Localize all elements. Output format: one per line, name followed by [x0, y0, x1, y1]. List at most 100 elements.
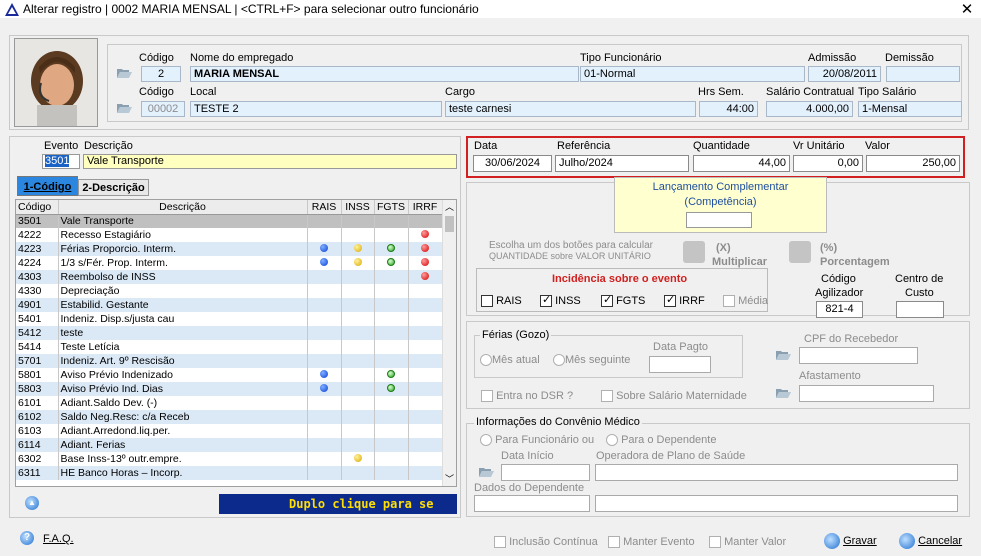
inclusao-continua-checkbox[interactable]: Inclusão Contínua	[494, 536, 598, 549]
row-rais-cell	[307, 298, 342, 312]
salario-maternidade-checkbox[interactable]: Sobre Salário Maternidade	[601, 390, 747, 403]
multiplicar-symbol[interactable]: (X)	[716, 242, 731, 254]
col-descricao[interactable]: Descrição	[58, 200, 308, 215]
table-row[interactable]: 6103 Adiant.Arredond.liq.per.	[16, 424, 443, 438]
dependente-field-1[interactable]	[474, 495, 590, 512]
data-inicio-field[interactable]	[501, 464, 590, 481]
open-folder-icon[interactable]	[117, 67, 132, 79]
tipo-salario-field[interactable]: 1-Mensal	[858, 101, 962, 117]
data-field[interactable]: 30/06/2024	[473, 155, 552, 172]
col-irrf[interactable]: IRRF	[408, 200, 443, 215]
close-button[interactable]: ✕	[958, 0, 976, 18]
irrf-status-dot-icon	[421, 230, 429, 238]
demissao-field[interactable]	[886, 66, 960, 82]
para-funcionario-radio[interactable]: Para Funcionário ou	[480, 434, 594, 447]
open-folder-icon[interactable]	[776, 387, 791, 399]
grid-scrollbar[interactable]: ︿ ﹀	[442, 200, 456, 486]
scroll-thumb[interactable]	[445, 216, 454, 232]
table-row[interactable]: 4330 Depreciação	[16, 284, 443, 298]
events-grid[interactable]: Código Descrição RAIS INSS FGTS IRRF 350…	[15, 199, 457, 487]
row-rais-cell	[307, 382, 342, 396]
open-folder-icon[interactable]	[776, 349, 791, 361]
calculator-multiply-icon[interactable]	[683, 241, 705, 263]
data-pagto-field[interactable]	[649, 356, 711, 373]
fgts-checkbox[interactable]: FGTS	[601, 293, 645, 308]
operadora-field[interactable]	[595, 464, 958, 481]
dependente-field-2[interactable]	[595, 495, 958, 512]
media-checkbox[interactable]: Média	[723, 295, 768, 308]
calculator-percent-icon[interactable]	[789, 241, 811, 263]
table-row[interactable]: 4224 1/3 s/Fér. Prop. Interm.	[16, 256, 443, 270]
multiplicar-button[interactable]: Multiplicar	[712, 256, 767, 268]
cpf-field[interactable]	[799, 347, 918, 364]
faq-link[interactable]: F.A.Q.	[43, 533, 74, 545]
mes-seguinte-radio[interactable]: Mês seguinte	[553, 354, 630, 367]
row-fgts-cell	[374, 438, 409, 452]
tab-codigo[interactable]: 1-Código	[17, 176, 78, 196]
table-row[interactable]: 3501 Vale Transporte	[16, 214, 443, 228]
col-fgts[interactable]: FGTS	[374, 200, 409, 215]
table-row[interactable]: 5701 Indeniz. Art. 9º Rescisão	[16, 354, 443, 368]
salario-field[interactable]: 4.000,00	[766, 101, 853, 117]
table-row[interactable]: 6114 Adiant. Ferias	[16, 438, 443, 452]
afastamento-field[interactable]	[799, 385, 934, 402]
table-row[interactable]: 4222 Recesso Estagiário	[16, 228, 443, 242]
table-row[interactable]: 4901 Estabilid. Gestante	[16, 298, 443, 312]
porcentagem-button[interactable]: Porcentagem	[820, 256, 890, 268]
valor-field[interactable]: 250,00	[866, 155, 960, 172]
nome-field[interactable]: MARIA MENSAL	[190, 66, 579, 82]
referencia-field[interactable]: Julho/2024	[555, 155, 689, 172]
porcentagem-symbol[interactable]: (%)	[820, 242, 837, 254]
mes-atual-radio[interactable]: Mês atual	[480, 354, 540, 367]
cancelar-button[interactable]: Cancelar	[899, 533, 962, 549]
col-rais[interactable]: RAIS	[307, 200, 342, 215]
open-folder-icon[interactable]	[117, 102, 132, 114]
help-icon[interactable]: ?	[20, 531, 34, 545]
inss-checkbox[interactable]: INSS	[540, 293, 581, 308]
evento-descricao-field[interactable]: Vale Transporte	[83, 154, 457, 169]
manter-evento-checkbox[interactable]: Manter Evento	[608, 536, 695, 549]
local-field[interactable]: TESTE 2	[190, 101, 442, 117]
local-codigo-field[interactable]: 00002	[141, 101, 185, 117]
irrf-checkbox[interactable]: IRRF	[664, 293, 705, 308]
table-row[interactable]: 5803 Aviso Prévio Ind. Dias	[16, 382, 443, 396]
rais-checkbox[interactable]: RAIS	[481, 295, 522, 308]
table-row[interactable]: 6102 Saldo Neg.Resc: c/a Receb	[16, 410, 443, 424]
quantidade-field[interactable]: 44,00	[693, 155, 790, 172]
table-row[interactable]: 5401 Indeniz. Disp.s/justa cau	[16, 312, 443, 326]
scroll-down-icon[interactable]: ﹀	[443, 472, 456, 486]
table-row[interactable]: 6311 HE Banco Horas – Incorp.	[16, 466, 443, 480]
centro-custo-field[interactable]	[896, 301, 944, 318]
codigo-field[interactable]: 2	[141, 66, 181, 82]
complementar-title: Lançamento Complementar	[652, 181, 789, 193]
table-row[interactable]: 4303 Reembolso de INSS	[16, 270, 443, 284]
tab-descricao[interactable]: 2-Descrição	[78, 179, 149, 196]
admissao-field[interactable]: 20/08/2011	[808, 66, 881, 82]
para-dependente-radio[interactable]: Para o Dependente	[606, 434, 716, 447]
vr-unitario-field[interactable]: 0,00	[793, 155, 863, 172]
table-row[interactable]: 5412 teste	[16, 326, 443, 340]
col-codigo[interactable]: Código	[16, 200, 59, 215]
gravar-button[interactable]: Gravar	[824, 533, 877, 549]
tipo-funcionario-field[interactable]: 01-Normal	[580, 66, 805, 82]
table-row[interactable]: 6302 Base Inss-13º outr.empre.	[16, 452, 443, 466]
table-row[interactable]: 5414 Teste Letícia	[16, 340, 443, 354]
cargo-field[interactable]: teste carnesi	[445, 101, 696, 117]
row-description: Indeniz. Art. 9º Rescisão	[58, 354, 308, 368]
row-rais-cell	[307, 438, 342, 452]
col-inss[interactable]: INSS	[341, 200, 375, 215]
row-fgts-cell	[374, 214, 409, 228]
entra-dsr-checkbox[interactable]: Entra no DSR ?	[481, 390, 573, 403]
hrs-field[interactable]: 44:00	[699, 101, 758, 117]
complementar-field[interactable]	[686, 212, 752, 228]
navigate-up-icon[interactable]: ▲	[25, 496, 39, 510]
manter-valor-checkbox[interactable]: Manter Valor	[709, 536, 786, 549]
table-row[interactable]: 4223 Férias Proporcio. Interm.	[16, 242, 443, 256]
evento-code-input[interactable]: 3501	[42, 154, 80, 169]
scroll-up-icon[interactable]: ︿	[443, 200, 456, 214]
open-folder-icon[interactable]	[479, 466, 494, 478]
agilizador-field[interactable]: 821-4	[816, 301, 863, 318]
table-row[interactable]: 6101 Adiant.Saldo Dev. (-)	[16, 396, 443, 410]
table-row[interactable]: 5801 Aviso Prévio Indenizado	[16, 368, 443, 382]
local-label: Local	[190, 86, 217, 98]
